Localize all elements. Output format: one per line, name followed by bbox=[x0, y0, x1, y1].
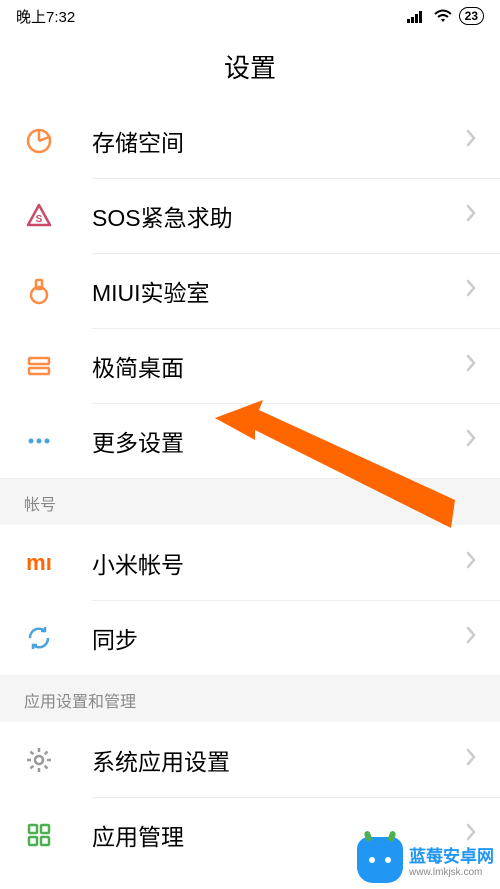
battery-icon: 23 bbox=[459, 7, 484, 25]
chevron-right-icon bbox=[466, 204, 476, 227]
svg-text:S: S bbox=[36, 214, 43, 225]
sync-icon bbox=[24, 623, 54, 653]
status-right: 23 bbox=[407, 7, 484, 25]
status-bar: 晚上7:32 23 bbox=[0, 0, 500, 32]
row-more-settings[interactable]: 更多设置 bbox=[0, 403, 500, 478]
chevron-right-icon bbox=[466, 129, 476, 152]
row-label: 存储空间 bbox=[92, 124, 466, 158]
watermark-url: www.lmkjsk.com bbox=[409, 867, 494, 878]
settings-list: 存储空间 S SOS紧急求助 MIUI实验室 极简桌面 更多设置 帐号 mı 小… bbox=[0, 103, 500, 872]
chevron-right-icon bbox=[466, 748, 476, 771]
chevron-right-icon bbox=[466, 626, 476, 649]
wifi-icon bbox=[433, 9, 453, 23]
status-time: 晚上7:32 bbox=[16, 6, 75, 27]
row-label: 同步 bbox=[92, 621, 466, 655]
row-simple-desktop[interactable]: 极简桌面 bbox=[0, 328, 500, 403]
lab-icon bbox=[24, 276, 54, 306]
simple-icon bbox=[24, 351, 54, 381]
watermark: 蓝莓安卓网 www.lmkjsk.com bbox=[357, 837, 494, 883]
row-system-apps[interactable]: 系统应用设置 bbox=[0, 722, 500, 797]
page-title: 设置 bbox=[0, 32, 500, 103]
signal-icon bbox=[407, 9, 427, 23]
row-mi-account[interactable]: mı 小米帐号 bbox=[0, 525, 500, 600]
row-label: MIUI实验室 bbox=[92, 274, 466, 308]
row-label: 更多设置 bbox=[92, 424, 466, 458]
mi-icon: mı bbox=[24, 548, 54, 578]
row-sync[interactable]: 同步 bbox=[0, 600, 500, 675]
chevron-right-icon bbox=[466, 354, 476, 377]
row-label: 系统应用设置 bbox=[92, 743, 466, 777]
row-label: 小米帐号 bbox=[92, 546, 466, 580]
row-label: 极简桌面 bbox=[92, 349, 466, 383]
more-icon bbox=[24, 426, 54, 456]
section-account: 帐号 bbox=[0, 478, 500, 525]
row-label: SOS紧急求助 bbox=[92, 199, 466, 233]
section-apps: 应用设置和管理 bbox=[0, 675, 500, 722]
storage-icon bbox=[24, 126, 54, 156]
chevron-right-icon bbox=[466, 551, 476, 574]
watermark-icon bbox=[357, 837, 403, 883]
gear-icon bbox=[24, 745, 54, 775]
watermark-title: 蓝莓安卓网 bbox=[409, 842, 494, 867]
row-storage[interactable]: 存储空间 bbox=[0, 103, 500, 178]
chevron-right-icon bbox=[466, 279, 476, 302]
apps-icon bbox=[24, 820, 54, 850]
chevron-right-icon bbox=[466, 429, 476, 452]
row-sos[interactable]: S SOS紧急求助 bbox=[0, 178, 500, 253]
sos-icon: S bbox=[24, 201, 54, 231]
row-lab[interactable]: MIUI实验室 bbox=[0, 253, 500, 328]
